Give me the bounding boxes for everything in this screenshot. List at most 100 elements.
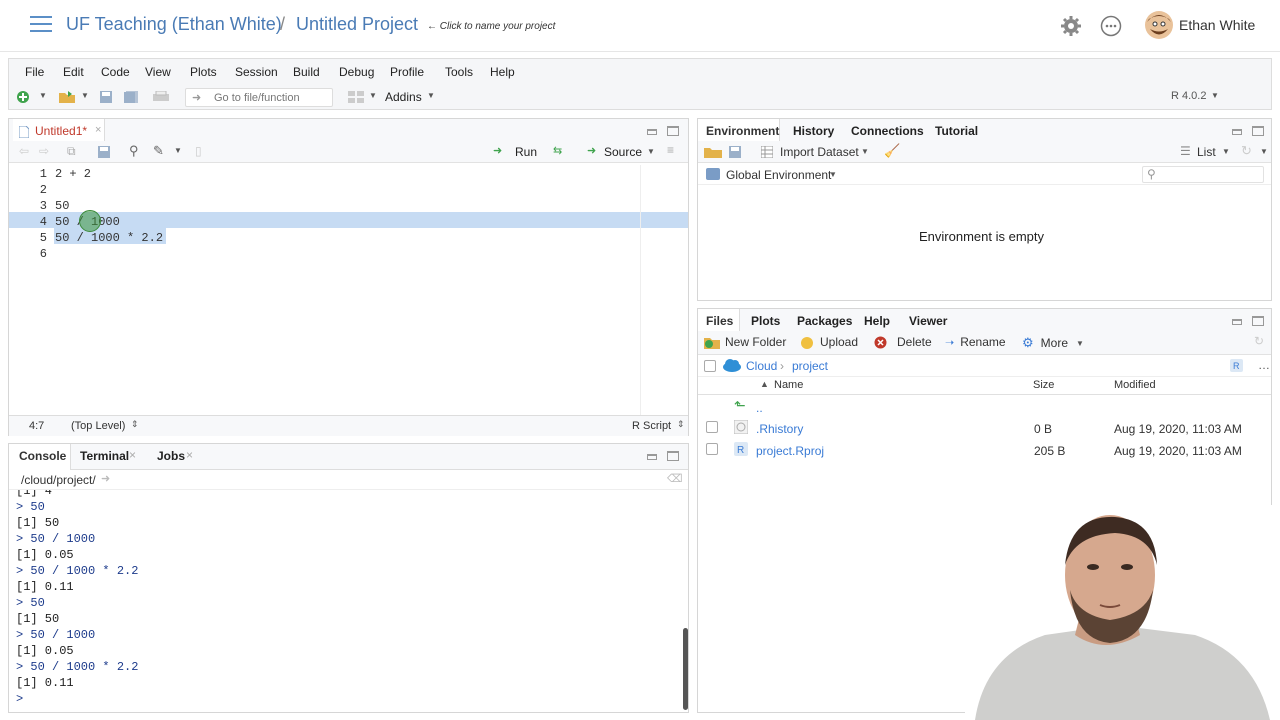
- column-size[interactable]: Size: [1033, 379, 1054, 391]
- select-all-checkbox[interactable]: [704, 360, 716, 372]
- breadcrumb-cloud[interactable]: Cloud: [746, 359, 777, 373]
- rproj-nav-icon[interactable]: R: [1230, 359, 1243, 372]
- tab-history[interactable]: History: [793, 124, 834, 138]
- files-more-icon[interactable]: …: [1258, 358, 1270, 372]
- source-button[interactable]: Source: [604, 145, 642, 159]
- settings-gear-icon[interactable]: [1059, 14, 1083, 38]
- source-icon[interactable]: ➜: [587, 144, 596, 157]
- files-minimize-icon[interactable]: [1232, 319, 1242, 325]
- save-icon[interactable]: [99, 90, 113, 104]
- tab-help[interactable]: Help: [864, 314, 890, 328]
- parent-dir-link[interactable]: ..: [756, 401, 763, 415]
- console-minimize-icon[interactable]: [647, 454, 657, 460]
- goto-file-input[interactable]: ➜ Go to file/function: [185, 88, 333, 107]
- save-all-icon[interactable]: [123, 90, 139, 104]
- new-folder-button[interactable]: New Folder: [704, 335, 786, 349]
- clear-console-icon[interactable]: ⌫: [667, 472, 683, 485]
- console-maximize-icon[interactable]: [667, 451, 679, 461]
- global-env-selector[interactable]: Global Environment: [726, 168, 831, 182]
- row-checkbox[interactable]: [706, 421, 718, 433]
- code-tools-dropdown-icon[interactable]: ▼: [174, 146, 182, 155]
- editor-save-icon[interactable]: [97, 146, 111, 158]
- file-type-selector[interactable]: R Script: [632, 420, 671, 432]
- open-dropdown-icon[interactable]: ▼: [81, 91, 89, 100]
- menu-hamburger-icon[interactable]: [30, 16, 52, 32]
- breadcrumb-project[interactable]: project: [792, 359, 828, 373]
- addins-dropdown-icon[interactable]: ▼: [427, 91, 435, 100]
- pane-layout-icon[interactable]: [347, 90, 365, 104]
- print-icon[interactable]: [153, 90, 169, 104]
- env-scope-dropdown-icon[interactable]: ▼: [829, 170, 837, 179]
- clear-workspace-broom-icon[interactable]: 🧹: [884, 143, 900, 159]
- table-row[interactable]: .Rhistory 0 B Aug 19, 2020, 11:03 AM: [698, 419, 1271, 441]
- jobs-close-icon[interactable]: ×: [186, 448, 193, 462]
- table-row[interactable]: R project.Rproj 205 B Aug 19, 2020, 11:0…: [698, 441, 1271, 463]
- tab-packages[interactable]: Packages: [797, 314, 852, 328]
- run-icon[interactable]: ➜: [493, 144, 502, 157]
- minimize-icon[interactable]: [647, 129, 657, 135]
- layout-dropdown-icon[interactable]: ▼: [369, 91, 377, 100]
- forward-icon[interactable]: ⇨: [39, 144, 49, 158]
- files-maximize-icon[interactable]: [1252, 316, 1264, 326]
- open-project-icon[interactable]: [57, 89, 77, 105]
- tab-connections[interactable]: Connections: [851, 124, 924, 138]
- tab-jobs[interactable]: Jobs: [157, 449, 185, 463]
- goto-dir-icon[interactable]: ➜: [101, 472, 110, 485]
- r-version-dropdown-icon[interactable]: ▼: [1211, 91, 1219, 100]
- project-name[interactable]: Untitled Project: [296, 14, 418, 35]
- menu-debug[interactable]: Debug: [339, 65, 374, 79]
- new-file-icon[interactable]: [15, 89, 31, 105]
- terminal-close-icon[interactable]: ×: [129, 448, 136, 462]
- code-tools-icon[interactable]: ✎: [153, 143, 164, 159]
- menu-plots[interactable]: Plots: [190, 65, 217, 79]
- more-options-icon[interactable]: [1099, 14, 1123, 38]
- save-workspace-icon[interactable]: [728, 146, 742, 158]
- import-dropdown-icon[interactable]: ▼: [861, 147, 869, 156]
- import-dataset-button[interactable]: Import Dataset: [780, 145, 859, 159]
- file-name[interactable]: .Rhistory: [756, 422, 803, 436]
- tab-close-icon[interactable]: ×: [95, 124, 101, 136]
- more-button[interactable]: ⚙ More ▼: [1022, 335, 1084, 351]
- scope-chevron-icon[interactable]: ⇕: [131, 419, 139, 430]
- source-dropdown-icon[interactable]: ▼: [647, 147, 655, 156]
- list-view-button[interactable]: List: [1197, 145, 1216, 159]
- code-area[interactable]: 1 2 + 2 2 3 50 4 50 / 1000 5 50 / 1000 *…: [9, 165, 688, 415]
- user-name[interactable]: Ethan White: [1179, 17, 1255, 33]
- console-output[interactable]: [1] 4 > 50 [1] 50 > 50 / 1000 [1] 0.05 >…: [9, 490, 688, 712]
- new-file-dropdown-icon[interactable]: ▼: [39, 91, 47, 100]
- refresh-dropdown-icon[interactable]: ▼: [1260, 147, 1268, 156]
- row-checkbox[interactable]: [706, 443, 718, 455]
- file-name[interactable]: project.Rproj: [756, 444, 824, 458]
- show-in-window-icon[interactable]: ⧉: [67, 144, 76, 159]
- menu-file[interactable]: File: [25, 65, 44, 79]
- delete-button[interactable]: Delete: [874, 335, 932, 349]
- maximize-icon[interactable]: [667, 126, 679, 136]
- env-search-input[interactable]: ⚲: [1142, 166, 1264, 183]
- refresh-files-icon[interactable]: ↻: [1254, 334, 1264, 348]
- tab-tutorial[interactable]: Tutorial: [935, 124, 978, 138]
- menu-help[interactable]: Help: [490, 65, 515, 79]
- env-maximize-icon[interactable]: [1252, 126, 1264, 136]
- load-workspace-icon[interactable]: [704, 145, 722, 159]
- menu-profile[interactable]: Profile: [390, 65, 424, 79]
- scope-selector[interactable]: (Top Level): [71, 420, 125, 432]
- tab-plots[interactable]: Plots: [751, 314, 780, 328]
- list-dropdown-icon[interactable]: ▼: [1222, 147, 1230, 156]
- tab-console[interactable]: Console: [9, 444, 71, 470]
- column-modified[interactable]: Modified: [1114, 379, 1156, 391]
- run-button[interactable]: Run: [515, 145, 537, 159]
- console-scrollbar[interactable]: [683, 628, 688, 710]
- document-outline-icon[interactable]: ≡: [667, 143, 674, 157]
- console-prompt[interactable]: >: [16, 692, 23, 706]
- file-type-chevron-icon[interactable]: ⇕: [677, 419, 685, 430]
- addins-button[interactable]: Addins: [385, 90, 422, 104]
- parent-dir-row[interactable]: ⬑ ..: [698, 397, 1271, 419]
- rename-button[interactable]: ➝ Rename: [945, 335, 1006, 349]
- back-icon[interactable]: ⇦: [19, 144, 29, 158]
- user-avatar[interactable]: [1144, 10, 1174, 40]
- column-name[interactable]: Name: [774, 379, 803, 391]
- menu-build[interactable]: Build: [293, 65, 320, 79]
- menu-session[interactable]: Session: [235, 65, 278, 79]
- env-minimize-icon[interactable]: [1232, 129, 1242, 135]
- refresh-env-icon[interactable]: ↻: [1241, 143, 1252, 159]
